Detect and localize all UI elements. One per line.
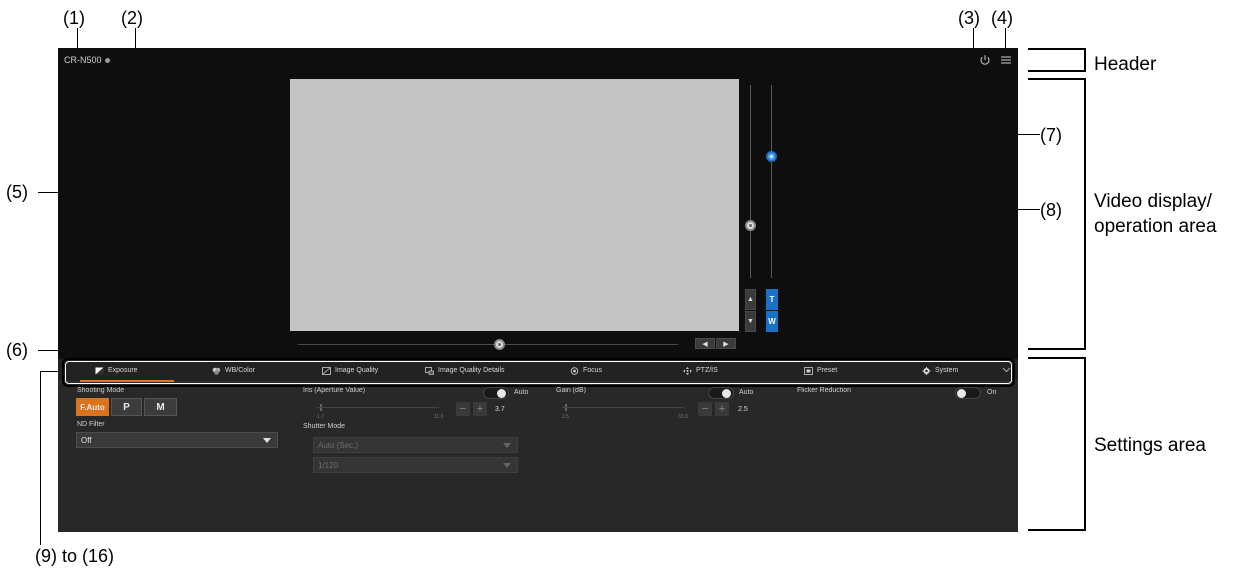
settings-area-label: Settings area xyxy=(1094,435,1206,456)
pan-left-button[interactable]: ◀ xyxy=(695,338,715,349)
nd-filter-select[interactable]: Off xyxy=(76,432,278,448)
menu-icon[interactable] xyxy=(1001,55,1011,65)
zoom-slider-knob[interactable] xyxy=(766,151,777,162)
iris-max: 11.0 xyxy=(434,414,444,420)
callout-9-16: (9) to (16) xyxy=(35,546,115,566)
nd-filter-label: ND Filter xyxy=(77,421,105,428)
tilt-up-button[interactable]: ▲ xyxy=(745,289,756,310)
zoom-tele-button[interactable]: T xyxy=(766,289,778,310)
flicker-reduction-state: On xyxy=(987,389,997,396)
status-indicator xyxy=(105,58,110,63)
video-area-label-1: Video display/ xyxy=(1094,191,1212,212)
app-window: CR-N500 ▲ ▼ T W ◀ ▶ Exposure WB/Color Im… xyxy=(58,48,1018,532)
gain-minus-button[interactable]: − xyxy=(698,402,712,416)
iris-min: 1.7 xyxy=(317,414,324,420)
shutter-mode-select[interactable]: Auto (Sec.) xyxy=(313,437,518,453)
gain-auto-label: Auto xyxy=(739,389,754,396)
iris-minus-button[interactable]: − xyxy=(456,402,470,416)
caret-down-icon xyxy=(503,443,511,448)
mode-fauto-button[interactable]: F.Auto xyxy=(76,398,109,416)
pan-right-button[interactable]: ▶ xyxy=(716,338,736,349)
iris-auto-label: Auto xyxy=(514,389,529,396)
nd-filter-value: Off xyxy=(81,435,92,445)
zoom-wide-button[interactable]: W xyxy=(766,311,778,332)
leader-9-16 xyxy=(40,371,41,545)
flicker-reduction-label: Flicker Reduction xyxy=(797,387,852,394)
shooting-mode-label: Shooting Mode xyxy=(77,387,125,394)
leader-4 xyxy=(1005,28,1006,50)
model-name: CR-N500 xyxy=(64,55,102,65)
shutter-speed-select[interactable]: 1/120 xyxy=(313,457,518,473)
tab-bar-highlight-inner xyxy=(65,361,1012,384)
iris-plus-button[interactable]: + xyxy=(473,402,487,416)
iris-value: 3.7 xyxy=(495,406,505,413)
tilt-down-button[interactable]: ▼ xyxy=(745,311,756,332)
pan-slider-knob[interactable] xyxy=(494,339,505,350)
pan-slider-track[interactable] xyxy=(298,344,678,345)
caret-down-icon xyxy=(263,438,271,443)
video-display[interactable] xyxy=(290,79,739,331)
tilt-slider-track[interactable] xyxy=(750,85,751,278)
video-area-label-2: operation area xyxy=(1094,216,1217,237)
caret-down-icon xyxy=(503,463,511,468)
shutter-mode-label: Shutter Mode xyxy=(303,423,346,430)
callout-4: (4) xyxy=(991,8,1013,28)
gain-label: Gain (dB) xyxy=(556,387,586,394)
gain-plus-button[interactable]: + xyxy=(715,402,729,416)
gain-auto-toggle[interactable] xyxy=(708,387,734,399)
iris-slider-track[interactable] xyxy=(317,407,439,408)
iris-auto-toggle[interactable] xyxy=(483,387,509,399)
gain-min: 2.5 xyxy=(562,414,569,420)
iris-label: Iris (Aperture Value) xyxy=(303,387,366,394)
mode-m-button[interactable]: M xyxy=(144,398,177,416)
gain-max: 33.0 xyxy=(678,414,688,420)
power-icon[interactable] xyxy=(979,54,991,66)
flicker-reduction-toggle[interactable] xyxy=(955,387,981,399)
gain-value: 2.5 xyxy=(738,406,748,413)
header-bracket xyxy=(1028,48,1086,72)
settings-area-bracket xyxy=(1028,357,1086,531)
tilt-slider-knob[interactable] xyxy=(745,220,756,231)
video-area-bracket xyxy=(1028,78,1086,350)
leader-1 xyxy=(77,28,78,50)
zoom-slider-track[interactable] xyxy=(771,85,772,278)
callout-1: (1) xyxy=(63,8,85,28)
gain-slider-track[interactable] xyxy=(562,407,684,408)
callout-6: (6) xyxy=(6,340,28,360)
mode-p-button[interactable]: P xyxy=(111,398,142,416)
callout-5: (5) xyxy=(6,182,28,202)
header-area-label: Header xyxy=(1094,54,1157,75)
shutter-speed-value: 1/120 xyxy=(318,460,339,470)
callout-2: (2) xyxy=(121,8,143,28)
callout-3: (3) xyxy=(958,8,980,28)
header: CR-N500 xyxy=(58,48,1018,73)
shutter-mode-value: Auto (Sec.) xyxy=(318,440,359,450)
